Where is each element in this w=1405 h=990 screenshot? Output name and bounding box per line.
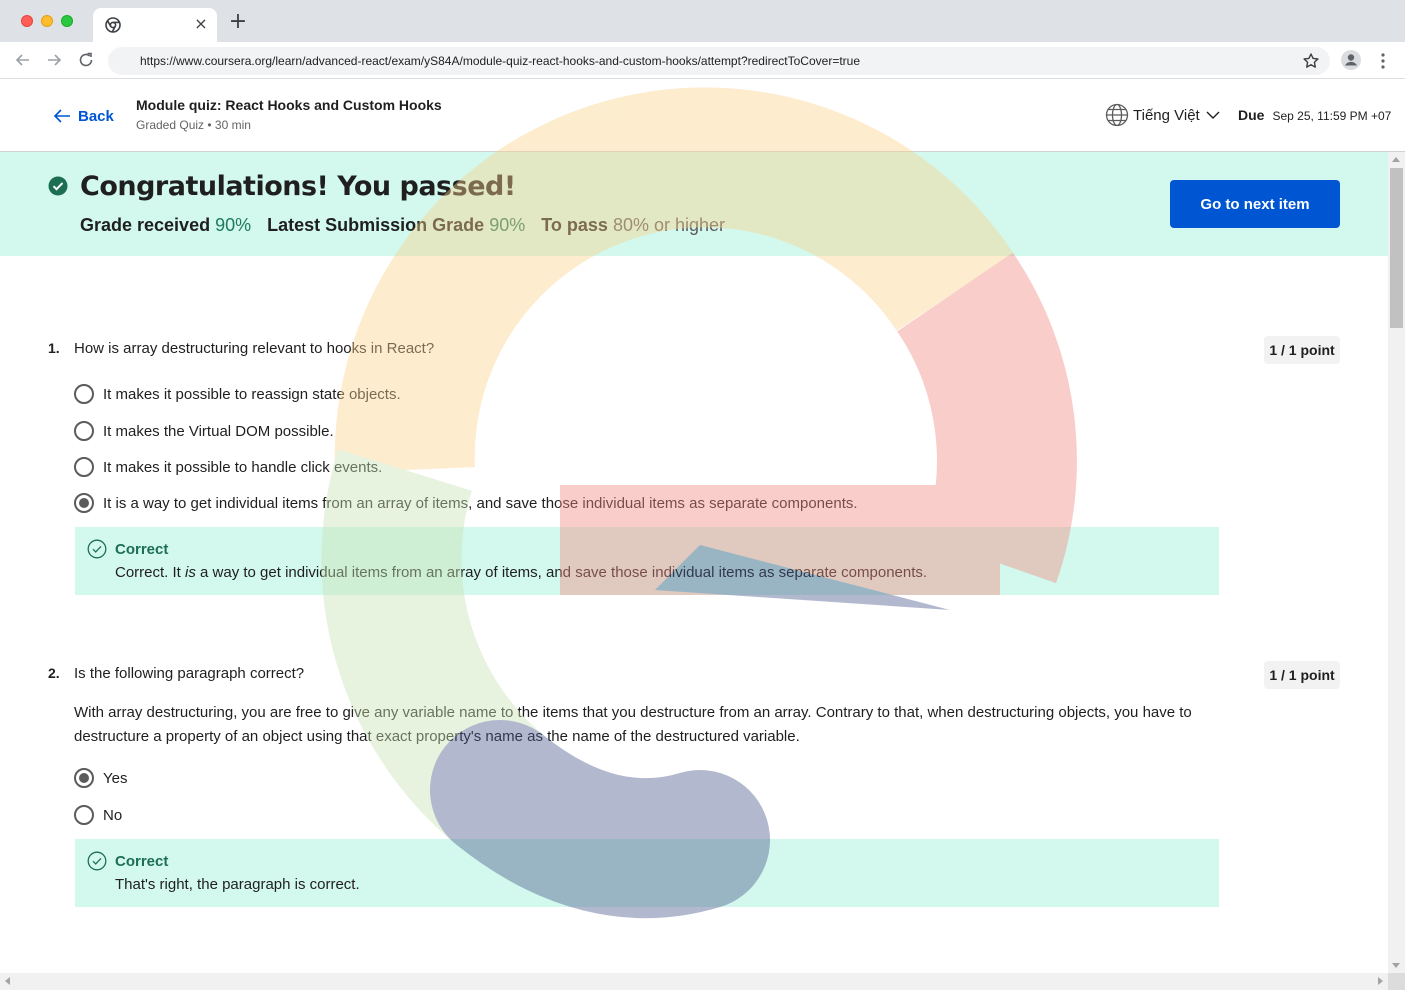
feedback-title: Correct xyxy=(115,541,169,558)
scroll-down-arrow[interactable] xyxy=(1392,963,1400,968)
language-selector[interactable]: Tiếng Việt xyxy=(1105,103,1220,127)
back-arrow-icon[interactable] xyxy=(14,51,32,69)
forward-arrow-icon[interactable] xyxy=(45,51,63,69)
radio-button-selected[interactable] xyxy=(74,493,94,513)
option-label: It makes it possible to handle click eve… xyxy=(103,458,383,476)
tab-close-icon[interactable]: × xyxy=(192,15,210,33)
question-number: 1. xyxy=(48,340,60,356)
check-circle-outline-icon xyxy=(87,851,107,871)
pass-title: Congratulations! You passed! xyxy=(80,171,516,202)
browser-tab-strip: × + xyxy=(0,0,1405,42)
quiz-header: Back Module quiz: React Hooks and Custom… xyxy=(0,79,1405,152)
points-badge: 1 / 1 point xyxy=(1264,661,1340,689)
radio-button[interactable] xyxy=(74,805,94,825)
scrollbar-thumb[interactable] xyxy=(1390,168,1403,328)
to-pass: To pass 80% or higher xyxy=(541,215,725,236)
go-to-next-item-button[interactable]: Go to next item xyxy=(1170,180,1340,228)
feedback-correct: Correct Correct. It is a way to get indi… xyxy=(75,527,1219,595)
feedback-correct: Correct That's right, the paragraph is c… xyxy=(75,839,1219,907)
answer-option[interactable]: It makes it possible to handle click eve… xyxy=(74,456,382,478)
radio-button-selected[interactable] xyxy=(74,768,94,788)
grade-received-value: 90% xyxy=(215,215,252,235)
vertical-scrollbar[interactable] xyxy=(1388,152,1405,973)
answer-option[interactable]: It makes it possible to reassign state o… xyxy=(74,383,401,405)
grade-summary: Grade received 90% Latest Submission Gra… xyxy=(80,215,725,236)
reload-icon[interactable] xyxy=(77,51,95,69)
answer-option-selected[interactable]: Yes xyxy=(74,767,127,789)
scrollbar-corner xyxy=(1388,973,1405,990)
window-close-button[interactable] xyxy=(21,15,33,27)
to-pass-value: 80% or higher xyxy=(612,215,726,235)
grade-received-label: Grade received xyxy=(80,215,211,235)
check-circle-icon xyxy=(48,176,68,196)
due-value: Sep 25, 11:59 PM +07 xyxy=(1272,109,1392,123)
feedback-title: Correct xyxy=(115,853,169,870)
feedback-text-emphasis: is xyxy=(185,564,196,581)
page-title: Module quiz: React Hooks and Custom Hook… xyxy=(136,97,442,113)
answer-option[interactable]: It makes the Virtual DOM possible. xyxy=(74,420,334,442)
check-circle-outline-icon xyxy=(87,539,107,559)
back-button[interactable]: Back xyxy=(52,105,114,127)
new-tab-button[interactable]: + xyxy=(228,11,248,33)
question-paragraph: With array destructuring, you are free t… xyxy=(74,704,1192,745)
radio-button[interactable] xyxy=(74,457,94,477)
browser-tab-active[interactable]: × xyxy=(93,8,217,42)
question-text: How is array destructuring relevant to h… xyxy=(74,340,435,357)
chrome-icon xyxy=(105,17,121,33)
latest-grade-value: 90% xyxy=(489,215,526,235)
due-date: Due Sep 25, 11:59 PM +07 xyxy=(1238,107,1391,123)
window-maximize-button[interactable] xyxy=(61,15,73,27)
window-minimize-button[interactable] xyxy=(41,15,53,27)
option-label: It makes it possible to reassign state o… xyxy=(103,385,401,403)
scroll-right-arrow[interactable] xyxy=(1378,977,1383,985)
globe-icon xyxy=(1105,103,1129,127)
answer-option-selected[interactable]: It is a way to get individual items from… xyxy=(74,492,858,514)
pass-banner: Congratulations! You passed! Grade recei… xyxy=(0,152,1388,256)
chevron-down-icon xyxy=(1206,111,1220,119)
grade-received: Grade received 90% xyxy=(80,215,251,236)
to-pass-label: To pass xyxy=(541,215,608,235)
feedback-text: Correct. It is a way to get individual i… xyxy=(115,564,927,581)
option-label: It is a way to get individual items from… xyxy=(103,494,858,512)
quiz-content[interactable]: Congratulations! You passed! Grade recei… xyxy=(0,152,1388,973)
latest-submission-grade: Latest Submission Grade 90% xyxy=(267,215,525,236)
scroll-up-arrow[interactable] xyxy=(1392,157,1400,162)
scroll-left-arrow[interactable] xyxy=(5,977,10,985)
browser-menu-icon[interactable] xyxy=(1376,51,1390,71)
quiz-subtitle: Graded Quiz • 30 min xyxy=(136,118,251,132)
latest-grade-label: Latest Submission Grade xyxy=(267,215,485,235)
option-label: Yes xyxy=(103,769,128,787)
feedback-text-start: Correct. It xyxy=(115,564,186,581)
browser-toolbar: https://www.coursera.org/learn/advanced-… xyxy=(0,42,1405,79)
profile-avatar-icon[interactable] xyxy=(1341,50,1361,70)
answer-option[interactable]: No xyxy=(74,804,122,826)
points-badge: 1 / 1 point xyxy=(1264,336,1340,364)
back-label: Back xyxy=(78,107,114,125)
bookmark-star-icon[interactable] xyxy=(1302,52,1320,70)
horizontal-scrollbar[interactable] xyxy=(0,973,1388,990)
arrow-left-icon xyxy=(53,109,70,123)
question-number: 2. xyxy=(48,665,60,681)
radio-button[interactable] xyxy=(74,384,94,404)
address-bar[interactable]: https://www.coursera.org/learn/advanced-… xyxy=(108,47,1330,75)
language-label: Tiếng Việt xyxy=(1133,106,1200,124)
feedback-text-end: a way to get individual items from an ar… xyxy=(195,564,928,581)
radio-button[interactable] xyxy=(74,421,94,441)
option-label: It makes the Virtual DOM possible. xyxy=(103,422,334,440)
address-bar-url: https://www.coursera.org/learn/advanced-… xyxy=(140,54,860,68)
question-text: Is the following paragraph correct? xyxy=(74,665,305,682)
due-label: Due xyxy=(1238,107,1265,123)
option-label: No xyxy=(103,806,123,824)
feedback-text: That's right, the paragraph is correct. xyxy=(115,876,360,893)
